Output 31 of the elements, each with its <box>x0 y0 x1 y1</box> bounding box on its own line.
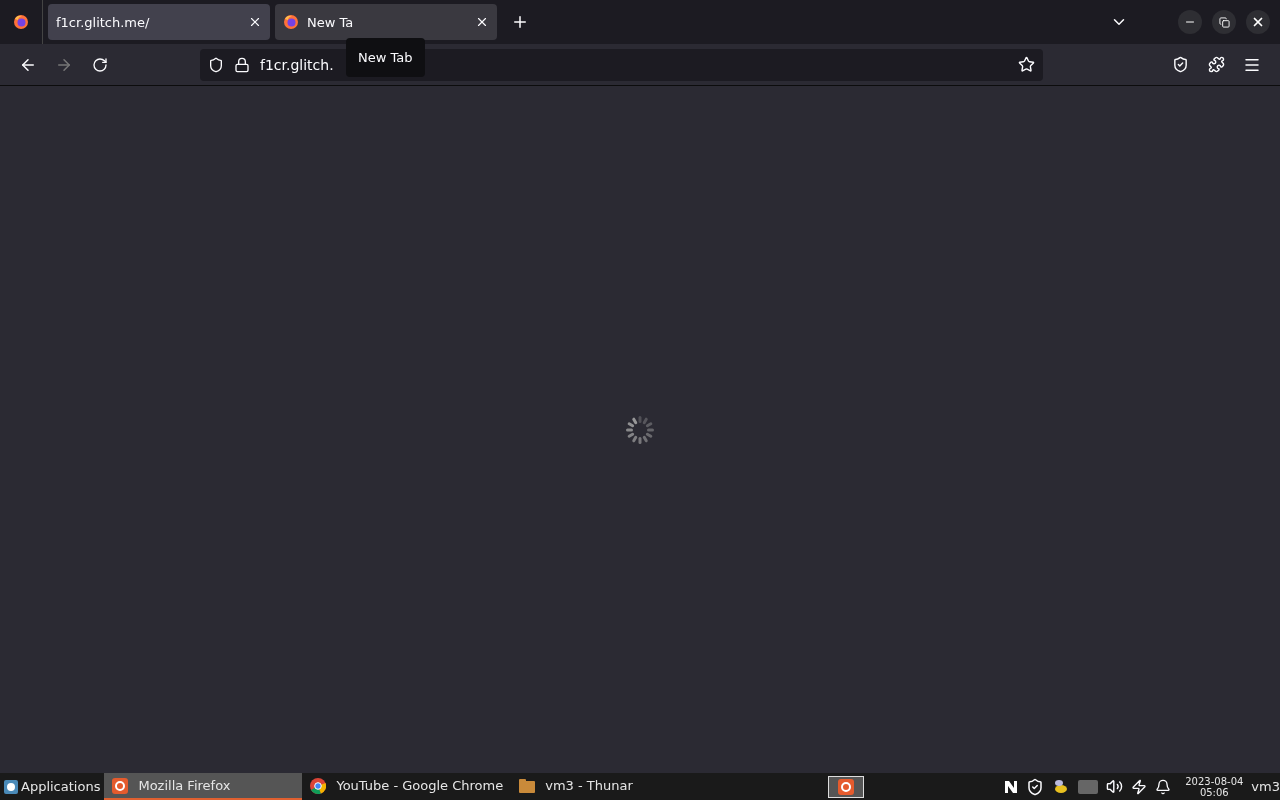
tooltip: New Tab <box>346 38 425 77</box>
firefox-icon <box>112 777 129 794</box>
firefox-icon <box>13 14 29 30</box>
taskbar-button[interactable]: vm3 - Thunar <box>511 773 641 800</box>
url-text: f1cr.glitch. <box>260 56 334 73</box>
browser-tab[interactable]: New Ta <box>275 4 497 40</box>
close-icon[interactable] <box>248 15 262 29</box>
workspace-switcher[interactable] <box>828 775 865 798</box>
applications-menu[interactable]: Applications <box>0 773 105 800</box>
host-label: vm3 <box>1251 779 1280 794</box>
lock-icon[interactable] <box>234 56 250 73</box>
taskbar-button[interactable]: Mozilla Firefox <box>104 773 303 800</box>
minimize-icon[interactable] <box>1178 10 1202 34</box>
browser-tab[interactable]: f1cr.glitch.me/ <box>48 4 270 40</box>
restore-icon[interactable] <box>1212 10 1236 34</box>
menu-logo-icon <box>4 779 18 794</box>
clock[interactable]: 2023-08-04 05:06 <box>1185 775 1244 798</box>
close-icon[interactable] <box>475 15 489 29</box>
power-icon[interactable] <box>1131 778 1148 795</box>
bell-icon[interactable] <box>1155 778 1172 795</box>
star-icon[interactable] <box>1018 56 1035 73</box>
shield-icon[interactable] <box>208 56 224 73</box>
volume-icon[interactable] <box>1106 778 1124 795</box>
chrome-icon <box>310 777 327 794</box>
folder-icon <box>519 778 536 793</box>
taskbar-button[interactable]: YouTube - Google Chrome <box>302 773 512 800</box>
shield-check-icon[interactable] <box>1026 777 1045 796</box>
firefox-icon <box>838 778 855 795</box>
new-tab-icon[interactable] <box>511 13 529 31</box>
close-icon[interactable] <box>1246 10 1270 34</box>
n-logo-icon[interactable] <box>1004 779 1019 794</box>
